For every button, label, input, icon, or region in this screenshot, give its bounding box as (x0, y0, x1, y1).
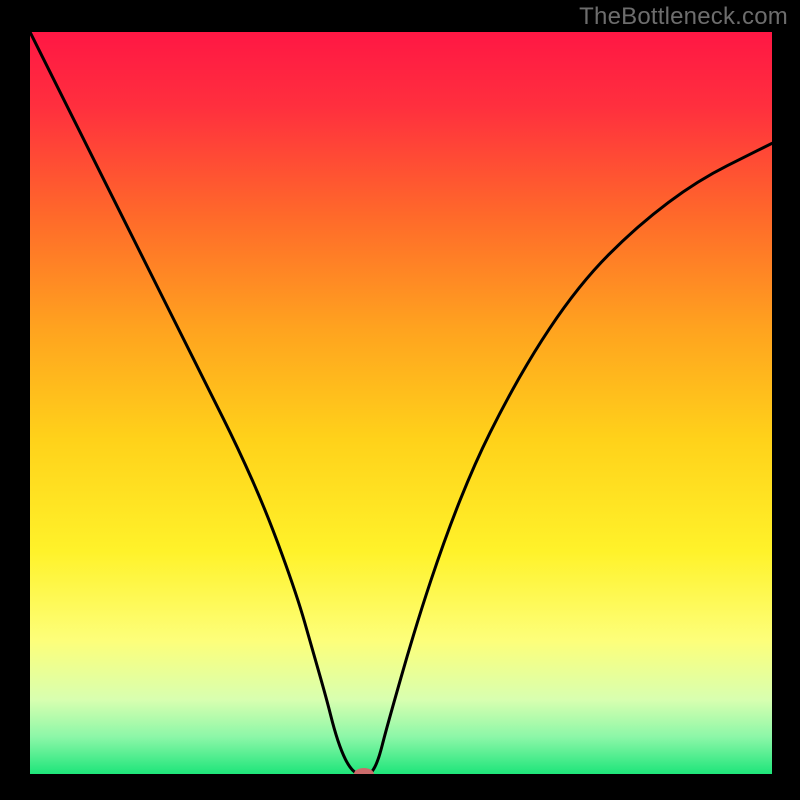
chart-frame: TheBottleneck.com (0, 0, 800, 800)
gradient-background (30, 32, 772, 774)
min-marker (354, 768, 374, 780)
bottleneck-chart (0, 0, 800, 800)
